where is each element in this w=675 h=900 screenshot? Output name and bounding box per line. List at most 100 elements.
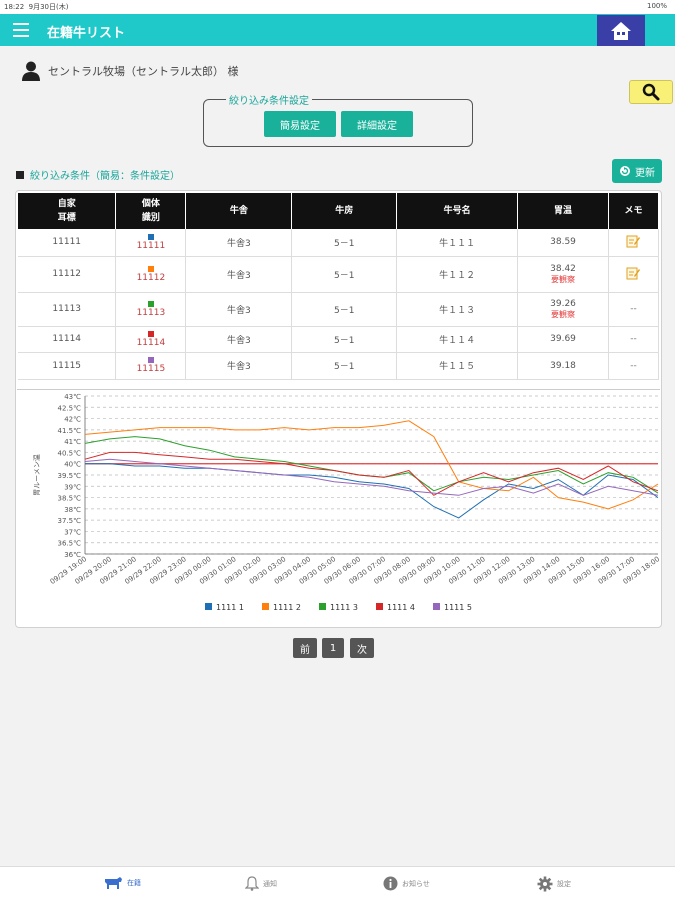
own-tag-cell: 11115 (18, 352, 117, 380)
y-tick-label: 42.5℃ (58, 404, 82, 412)
header-barn: 牛舎 (185, 193, 293, 229)
legend-label: 1111 1 (216, 603, 244, 612)
header-temperature: 胃温 (517, 193, 609, 229)
next-page-button[interactable]: 次 (350, 638, 374, 658)
bottom-nav: 在籍 通知 お知らせ 設定 (0, 866, 675, 900)
nav-notify[interactable]: 通知 (245, 876, 277, 891)
cow-name-cell: 牛１１１ (396, 229, 519, 257)
bell-icon (245, 876, 259, 891)
pen-cell: 5－1 (291, 229, 398, 257)
temperature-cell: 39.69 (517, 326, 609, 353)
memo-cell[interactable] (608, 256, 660, 293)
y-tick-label: 37.5℃ (58, 517, 82, 525)
page-number-button[interactable]: 1 (322, 638, 344, 658)
table-row[interactable]: 11113 11113 牛舎3 5－1 牛１１３ 39.26 要観察 -- (18, 292, 660, 327)
app-bar: 在籍牛リスト (0, 14, 675, 46)
individual-id-cell: 11111 (115, 229, 187, 257)
individual-id-cell: 11113 (115, 292, 187, 327)
y-tick-label: 40.5℃ (58, 449, 82, 457)
header-own-tag: 自家 耳標 (18, 193, 117, 229)
memo-icon[interactable] (626, 234, 641, 248)
search-button[interactable] (629, 80, 673, 104)
cow-name-cell: 牛１１２ (396, 256, 519, 293)
square-bullet-icon (16, 170, 24, 179)
search-icon (642, 83, 660, 101)
table-row[interactable]: 11115 11115 牛舎3 5－1 牛１１５ 39.18 -- (18, 352, 660, 380)
warning-badge: 要観察 (551, 309, 576, 319)
filter-settings-box: 絞り込み条件設定 簡易設定 詳細設定 (203, 92, 473, 147)
legend-label: 1111 5 (444, 603, 472, 612)
table-row[interactable]: 11111 11111 牛舎3 5－1 牛１１１ 38.59 (18, 229, 660, 257)
table-header-row: 自家 耳標 個体 識別 牛舎 牛房 牛号名 胃温 メモ (18, 193, 660, 229)
legend-label: 1111 4 (387, 603, 415, 612)
nav-info[interactable]: お知らせ (383, 876, 430, 891)
y-tick-label: 38℃ (64, 506, 81, 514)
y-tick-label: 40℃ (64, 461, 81, 469)
user-icon (22, 61, 40, 81)
info-icon (383, 876, 398, 891)
temperature-cell: 39.18 (517, 352, 609, 380)
legend-swatch (433, 603, 440, 610)
menu-icon[interactable] (13, 23, 29, 37)
prev-page-button[interactable]: 前 (293, 638, 317, 658)
legend-swatch (376, 603, 383, 610)
legend-label: 1111 2 (273, 603, 301, 612)
individual-id-cell: 11115 (115, 352, 187, 380)
home-button[interactable] (597, 15, 645, 46)
warning-badge: 要観察 (551, 274, 576, 284)
memo-cell[interactable]: -- (608, 292, 660, 327)
header-individual-id: 個体 識別 (115, 193, 187, 229)
y-tick-label: 36.5℃ (58, 540, 82, 548)
pen-cell: 5－1 (291, 256, 398, 293)
series-marker (147, 300, 154, 307)
table-row[interactable]: 11114 11114 牛舎3 5－1 牛１１４ 39.69 -- (18, 326, 660, 353)
status-battery: 100% (646, 2, 667, 10)
cow-name-cell: 牛１１５ (396, 352, 519, 380)
pen-cell: 5－1 (291, 292, 398, 327)
own-tag-cell: 11114 (18, 326, 117, 353)
series-line (85, 463, 659, 519)
temperature-chart: 36℃ 36.5℃ 37℃ 37.5℃ 38℃ 38.5℃ 39℃ 39.5℃ 40℃ 40.5℃… (17, 389, 660, 625)
detail-settings-button[interactable]: 詳細設定 (341, 111, 413, 137)
simple-settings-button[interactable]: 簡易設定 (264, 111, 336, 137)
barn-cell: 牛舎3 (185, 292, 293, 327)
cattle-panel: 自家 耳標 個体 識別 牛舎 牛房 牛号名 胃温 メモ 11111 11111 牛舎… (15, 190, 662, 628)
status-time: 18:22 9月30日(木) (4, 3, 69, 11)
legend-swatch (262, 603, 269, 610)
y-tick-label: 41℃ (64, 438, 81, 446)
user-info: セントラル牧場（セントラル太郎） 様 (22, 61, 239, 81)
pen-cell: 5－1 (291, 352, 398, 380)
y-tick-label: 42℃ (64, 416, 81, 424)
barn-cell: 牛舎3 (185, 326, 293, 353)
memo-cell[interactable]: -- (608, 326, 660, 353)
memo-cell[interactable]: -- (608, 352, 660, 380)
temperature-cell: 38.42 要観察 (517, 256, 609, 293)
y-tick-label: 41.5℃ (58, 427, 82, 435)
cattle-table: 自家 耳標 個体 識別 牛舎 牛房 牛号名 胃温 メモ 11111 11111 牛舎… (18, 193, 660, 380)
individual-id-cell: 11112 (115, 256, 187, 293)
nav-settings[interactable]: 設定 (537, 876, 571, 892)
user-name: セントラル牧場（セントラル太郎） 様 (48, 65, 239, 78)
gear-icon (537, 876, 553, 892)
header-pen: 牛房 (291, 193, 398, 229)
filter-condition-label: 絞り込み条件（簡易：条件設定） (16, 167, 180, 182)
series-marker (147, 265, 154, 272)
series-line (84, 451, 659, 496)
table-row[interactable]: 11112 11112 牛舎3 5－1 牛１１２ 38.42 要観察 (18, 256, 660, 293)
barn-cell: 牛舎3 (185, 229, 293, 257)
y-tick-label: 39℃ (64, 483, 81, 491)
page-title: 在籍牛リスト (47, 26, 126, 41)
memo-icon[interactable] (626, 266, 641, 280)
cow-icon (105, 877, 122, 889)
own-tag-cell: 11113 (18, 292, 117, 327)
memo-cell[interactable] (608, 229, 660, 257)
legend-swatch (319, 603, 326, 610)
legend-swatch (205, 603, 212, 610)
refresh-button[interactable]: 更新 (612, 159, 662, 183)
nav-cattle[interactable]: 在籍 (103, 876, 141, 890)
series-marker (147, 357, 154, 363)
cow-name-cell: 牛１１４ (396, 326, 519, 353)
y-tick-label: 37℃ (64, 528, 81, 536)
series-marker (147, 233, 154, 240)
y-tick-label: 38.5℃ (58, 495, 82, 503)
